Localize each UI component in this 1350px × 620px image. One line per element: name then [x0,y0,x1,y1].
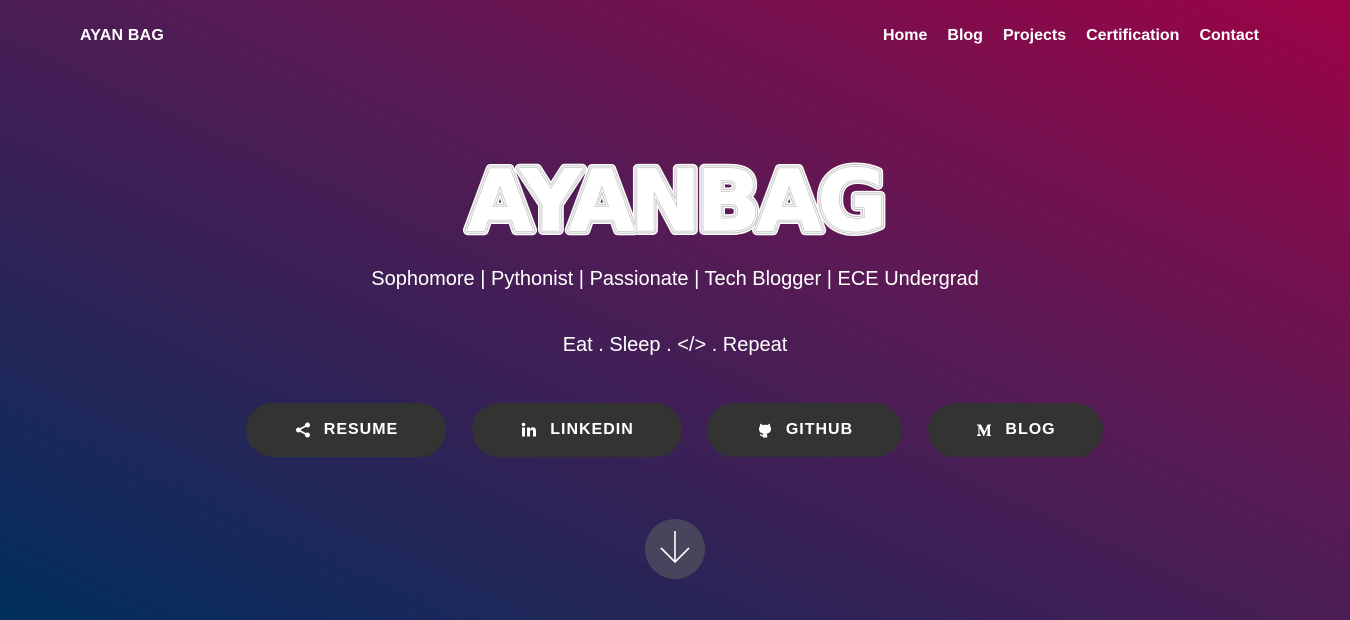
scroll-down-button[interactable] [645,519,705,579]
nav-link-certification[interactable]: Certification [1086,27,1179,45]
arrow-down-icon [658,529,692,570]
linkedin-button-label: LINKEDIN [550,421,634,438]
blog-button[interactable]: BLOG [928,403,1103,457]
nav-link-home[interactable]: Home [883,27,927,45]
nav-link-blog[interactable]: Blog [947,27,983,45]
medium-icon [975,421,993,439]
resume-button[interactable]: RESUME [246,403,446,457]
nav-link-contact[interactable]: Contact [1199,27,1259,45]
hero-motto: Eat . Sleep . </> . Repeat [562,334,788,356]
nav-link-projects[interactable]: Projects [1003,27,1066,45]
nav-links: Home Blog Projects Certification Contact [883,27,1259,45]
github-icon [756,421,774,439]
brand-logo[interactable]: AYAN BAG [80,27,164,45]
hero-title-outline-text: AYANBAG AYANBAG AYANBAG AYANBAG AYANBAG [462,152,891,242]
blog-button-label: BLOG [1005,421,1056,438]
resume-button-label: RESUME [323,421,399,438]
linkedin-button[interactable]: LINKEDIN [472,403,682,457]
top-navbar: AYAN BAG Home Blog Projects Certificatio… [0,0,1350,74]
hero-title: AYANBAG AYANBAG AYANBAG AYANBAG AYANBAG [0,152,1350,247]
hero-tagline: Sophomore | Pythonist | Passionate | Tec… [371,268,979,290]
github-button-label: GITHUB [785,421,854,438]
share-icon [294,421,312,439]
social-buttons: RESUME LINKEDIN GITHUB BLOG [0,403,1350,457]
github-button[interactable]: GITHUB [707,403,902,457]
hero-title-layer-inner: AYANBAG [467,152,882,242]
linkedin-icon [520,421,538,439]
